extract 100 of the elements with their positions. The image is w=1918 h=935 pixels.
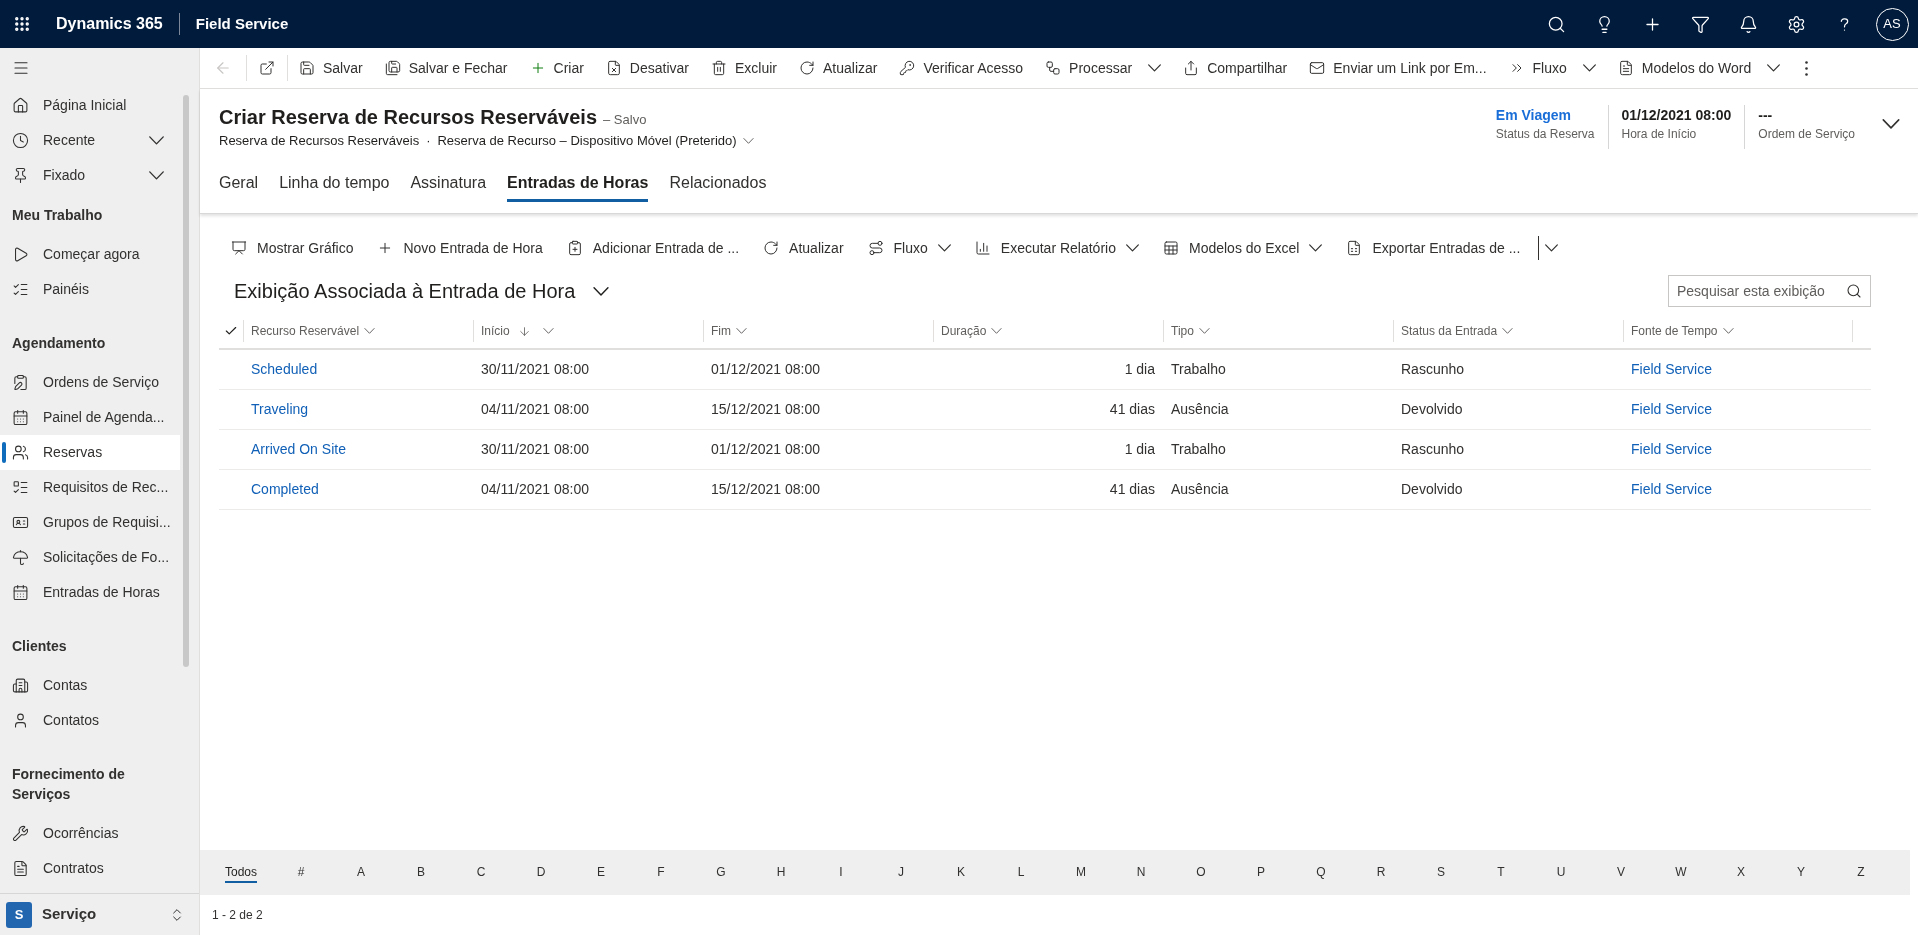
jump-bar-item[interactable]: D [536, 862, 546, 883]
jump-bar-item[interactable]: B [417, 862, 425, 883]
jump-bar-item[interactable]: Q [1316, 862, 1326, 883]
new-time-entry-button[interactable]: Novo Entrada de Hora [365, 227, 555, 269]
record-link[interactable]: Scheduled [251, 361, 318, 377]
column-header[interactable]: Fim [703, 320, 933, 342]
jump-bar-item[interactable]: I [839, 862, 843, 883]
nav-item[interactable]: Ocorrências [0, 816, 180, 851]
refresh-button[interactable]: Atualizar [788, 48, 889, 88]
search-field[interactable]: Pesquisar esta exibição [1668, 275, 1871, 307]
excel-templates-button[interactable]: Modelos do Excel [1150, 227, 1335, 269]
nav-item[interactable]: Contas [0, 668, 180, 703]
scrollbar-thumb[interactable] [183, 95, 189, 667]
jump-bar-item[interactable]: N [1136, 862, 1146, 883]
column-header[interactable]: Início [473, 320, 703, 342]
nav-item[interactable]: Começar agora [0, 237, 180, 272]
jump-bar-item[interactable]: P [1257, 862, 1265, 883]
jump-bar-item[interactable]: # [297, 862, 305, 883]
show-chart-button[interactable]: Mostrar Gráfico [219, 227, 366, 269]
jump-bar-item[interactable]: W [1675, 862, 1687, 883]
record-link[interactable]: Field Service [1631, 401, 1712, 417]
column-header[interactable]: Duração [933, 320, 1163, 342]
jump-bar-item[interactable]: F [657, 862, 665, 883]
nav-item[interactable]: Painéis [0, 272, 180, 307]
jump-bar-item[interactable]: M [1076, 862, 1086, 883]
jump-bar-item[interactable]: O [1196, 862, 1206, 883]
create-button[interactable]: Criar [518, 48, 595, 88]
jump-bar-item[interactable]: V [1617, 862, 1625, 883]
nav-item[interactable]: Contatos [0, 703, 180, 738]
view-selector[interactable]: Exibição Associada à Entrada de Hora [234, 276, 610, 306]
run-report-button[interactable]: Executar Relatório [962, 227, 1151, 269]
record-link[interactable]: Traveling [251, 401, 309, 417]
area-switcher[interactable]: S Serviço [0, 893, 199, 935]
tab[interactable]: Entradas de Horas [507, 166, 649, 202]
record-link[interactable]: Field Service [1631, 361, 1712, 377]
expand-header-button[interactable] [1882, 119, 1900, 129]
jump-bar-item[interactable]: Z [1857, 862, 1865, 883]
flow-button[interactable]: Fluxo [1497, 48, 1607, 88]
record-link[interactable]: Field Service [1631, 481, 1712, 497]
column-header[interactable]: Recurso Reservável [243, 320, 473, 342]
process-button[interactable]: Processar [1034, 48, 1173, 88]
delete-button[interactable]: Excluir [700, 48, 788, 88]
record-link[interactable]: Completed [251, 481, 319, 497]
jump-bar-item[interactable]: C [476, 862, 486, 883]
jump-bar-item[interactable]: S [1437, 862, 1445, 883]
nav-item[interactable]: Painel de Agenda... [0, 400, 180, 435]
email-link-button[interactable]: Enviar um Link por Em... [1298, 48, 1498, 88]
search-icon[interactable] [1846, 283, 1862, 299]
menu-button[interactable] [12, 59, 30, 77]
jump-bar-item[interactable]: E [597, 862, 605, 883]
nav-item[interactable]: Página Inicial [0, 88, 180, 123]
wrench-icon [12, 825, 29, 842]
jump-bar-item[interactable]: G [716, 862, 726, 883]
jump-bar-item[interactable]: A [357, 862, 365, 883]
jump-bar-item[interactable]: X [1737, 862, 1745, 883]
nav-item[interactable]: Contratos [0, 851, 180, 886]
record-link[interactable]: Field Service [1631, 441, 1712, 457]
status-link[interactable]: Em Viagem [1495, 105, 1595, 125]
record-link[interactable]: Arrived On Site [251, 441, 346, 457]
file-x-icon [605, 60, 622, 76]
nav-item[interactable]: Grupos de Requisi... [0, 505, 180, 540]
add-time-entry-button[interactable]: Adicionar Entrada de ... [554, 227, 752, 269]
nav-item[interactable]: Reservas [0, 435, 180, 470]
breadcrumb-separator: · [426, 132, 431, 151]
check-access-button[interactable]: Verificar Acesso [888, 48, 1035, 88]
nav-item[interactable]: Requisitos de Rec... [0, 470, 180, 505]
select-all-check-icon[interactable] [224, 324, 238, 338]
form-selector[interactable]: Reserva de Recurso – Dispositivo Móvel (Preterido) [437, 131, 754, 151]
flow-button[interactable]: Fluxo [855, 227, 963, 269]
column-header[interactable]: Status da Entrada [1393, 320, 1623, 342]
jump-bar-item[interactable]: Y [1797, 862, 1805, 883]
jump-bar-item[interactable]: H [776, 862, 786, 883]
nav-item[interactable]: Entradas de Horas [0, 575, 180, 610]
tab[interactable]: Assinatura [410, 166, 487, 202]
tab[interactable]: Linha do tempo [279, 166, 390, 202]
play-icon [12, 246, 29, 263]
deactivate-button[interactable]: Desativar [594, 48, 700, 88]
jump-bar-item[interactable]: U [1556, 862, 1566, 883]
save-button[interactable]: Salvar [288, 48, 374, 88]
nav-item[interactable]: Recente [0, 123, 180, 158]
tab[interactable]: Geral [219, 166, 259, 202]
save-close-button[interactable]: Salvar e Fechar [373, 48, 519, 88]
word-templates-button[interactable]: Modelos do Word [1606, 48, 1792, 88]
jump-bar-item[interactable]: J [898, 862, 904, 883]
nav-item[interactable]: Solicitações de Fo... [0, 540, 180, 575]
tab[interactable]: Relacionados [669, 166, 767, 202]
chevron-down-icon [1198, 328, 1210, 334]
column-header[interactable]: Fonte de Tempo [1623, 320, 1853, 342]
jump-bar-item[interactable]: Todos [225, 862, 257, 883]
jump-bar-item[interactable]: K [957, 862, 965, 883]
column-header[interactable]: Tipo [1163, 320, 1393, 342]
jump-bar-item[interactable]: T [1497, 862, 1505, 883]
refresh-button[interactable]: Atualizar [751, 227, 856, 269]
nav-item[interactable]: Ordens de Serviço [0, 365, 180, 400]
jump-bar-item[interactable]: L [1017, 862, 1025, 883]
share-button[interactable]: Compartilhar [1172, 48, 1299, 88]
export-button[interactable]: Exportar Entradas de ... [1334, 227, 1533, 269]
app-name[interactable]: Dynamics 365 [56, 12, 163, 36]
jump-bar-item[interactable]: R [1376, 862, 1386, 883]
nav-item[interactable]: Fixado [0, 158, 180, 193]
